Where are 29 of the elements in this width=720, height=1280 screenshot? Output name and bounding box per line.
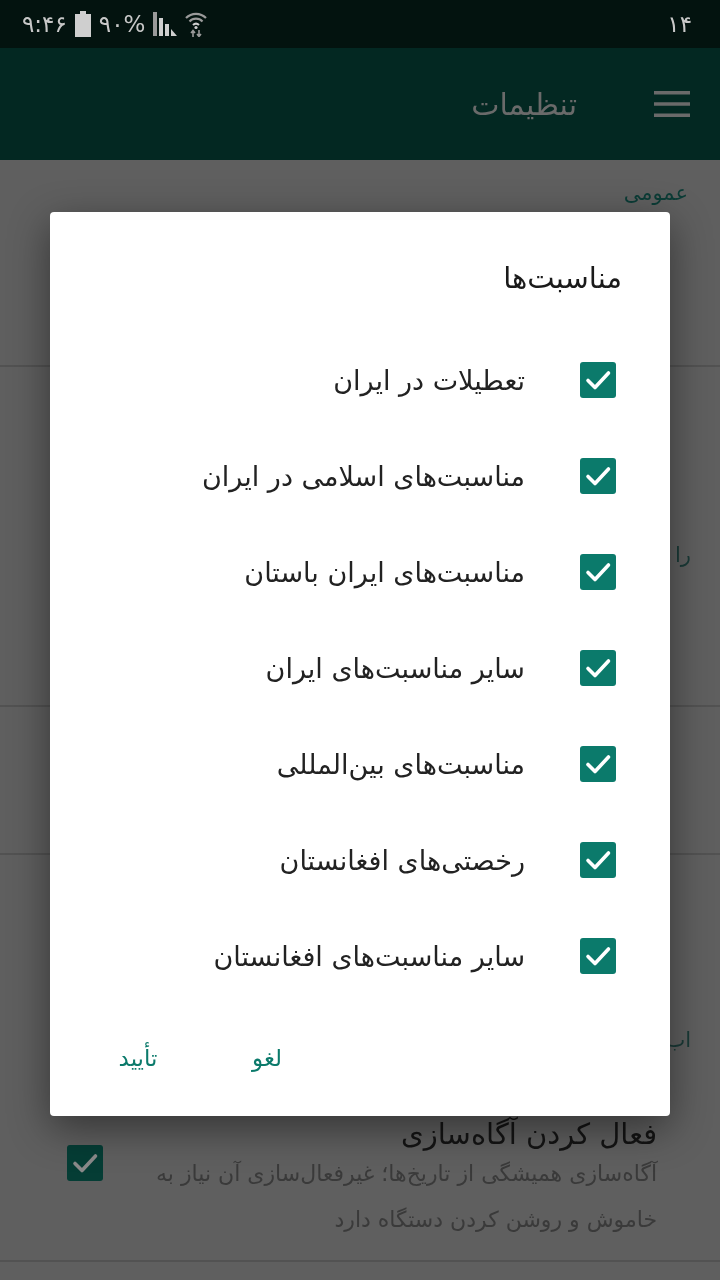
battery-icon bbox=[74, 11, 91, 37]
signal-icon bbox=[153, 12, 178, 36]
wifi-icon bbox=[185, 11, 208, 37]
option-label: مناسبت‌های بین‌المللی bbox=[276, 748, 525, 780]
checkbox[interactable] bbox=[580, 650, 616, 686]
checkbox[interactable] bbox=[580, 938, 616, 974]
checkbox[interactable] bbox=[67, 1145, 103, 1181]
checkbox[interactable] bbox=[580, 842, 616, 878]
checkbox[interactable] bbox=[580, 458, 616, 494]
screen-title: تنظیمات bbox=[471, 86, 577, 122]
option-label: مناسبت‌های ایران باستان bbox=[244, 556, 525, 588]
battery-percent-text: ۹۰% bbox=[98, 11, 146, 37]
option-label: سایر مناسبت‌های ایران bbox=[265, 652, 525, 684]
clock-text: ۹:۴۶ bbox=[22, 11, 67, 37]
section-header: عمومی bbox=[623, 181, 688, 205]
setting-title: فعال کردن آگاه‌سازی bbox=[401, 1117, 657, 1151]
dialog-title: مناسبت‌ها bbox=[503, 260, 623, 297]
dialog-button[interactable]: لغو bbox=[223, 1034, 311, 1082]
checkbox[interactable] bbox=[580, 746, 616, 782]
checkbox[interactable] bbox=[580, 554, 616, 590]
option-label: رخصتی‌های افغانستان bbox=[279, 844, 525, 876]
option-label: مناسبت‌های اسلامی در ایران bbox=[202, 460, 525, 492]
setting-title: را bbox=[675, 542, 691, 569]
status-label: ۱۴ bbox=[667, 11, 692, 37]
option-label: تعطیلات در ایران bbox=[333, 364, 525, 396]
option-label: سایر مناسبت‌های افغانستان bbox=[213, 940, 525, 972]
dialog-button[interactable]: تأیید bbox=[94, 1034, 182, 1082]
checkbox[interactable] bbox=[580, 362, 616, 398]
menu-icon[interactable] bbox=[654, 91, 690, 117]
